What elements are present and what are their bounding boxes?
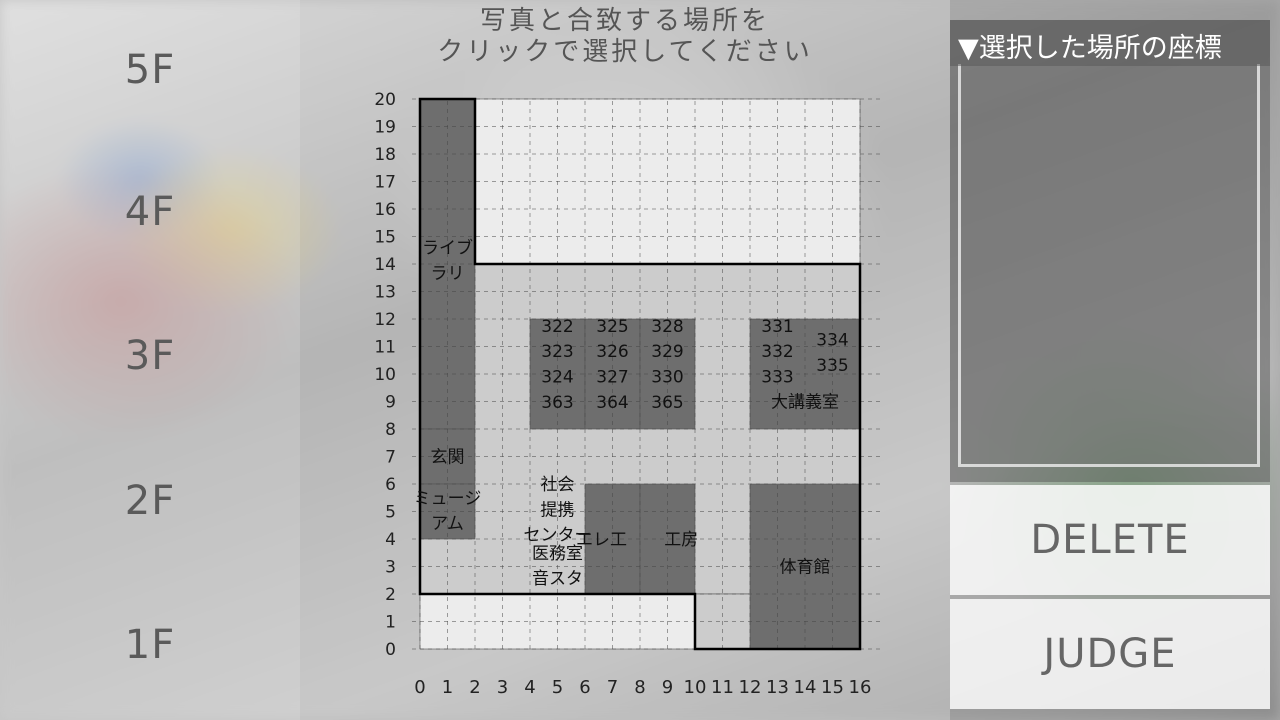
y-tick-label: 2 xyxy=(385,585,396,605)
y-tick-label: 4 xyxy=(385,530,396,550)
room-label: 331 xyxy=(761,317,793,337)
room-label: 玄関 xyxy=(431,448,465,468)
y-tick-label: 15 xyxy=(374,228,396,248)
floor-map[interactable]: 0 1 2 3 4 5 6 7 8 9 10 11 12 13 14 15 160123456789101112… xyxy=(300,0,950,720)
room-label: アム xyxy=(431,514,464,534)
room-label: 330 xyxy=(651,367,683,387)
room-label: ラリ xyxy=(431,264,465,284)
room-label: 365 xyxy=(651,393,683,413)
y-tick-label: 3 xyxy=(385,558,396,578)
room-label: 音スタ xyxy=(532,569,583,589)
x-tick-label: 1 xyxy=(442,677,453,698)
room-label: 大講義室 xyxy=(771,393,839,413)
x-tick-label: 4 xyxy=(524,677,535,698)
coords-panel xyxy=(950,20,1270,482)
x-tick-label: 14 xyxy=(794,677,817,698)
room-label: 323 xyxy=(541,342,573,362)
room-label: 329 xyxy=(651,342,683,362)
y-tick-label: 10 xyxy=(374,365,396,385)
y-tick-label: 9 xyxy=(385,393,396,413)
y-tick-label: 11 xyxy=(374,338,396,358)
room-label: 326 xyxy=(596,342,628,362)
room-label: 332 xyxy=(761,342,793,362)
room-label: 322 xyxy=(541,317,573,337)
x-tick-label: 2 xyxy=(469,677,480,698)
room-label: ミュージ xyxy=(414,489,482,509)
y-tick-label: 7 xyxy=(385,448,396,468)
y-tick-label: 19 xyxy=(374,118,396,138)
room-label: 社会 xyxy=(541,475,575,495)
floor-1f-button[interactable]: 1F xyxy=(125,622,175,668)
room-label: 364 xyxy=(596,393,628,413)
coords-panel-title: ▼選択した場所の座標 xyxy=(958,33,1222,64)
y-tick-label: 0 xyxy=(385,640,396,660)
floor-2f-button[interactable]: 2F xyxy=(125,478,175,524)
coords-panel-header: ▼選択した場所の座標 xyxy=(950,20,1270,66)
room-label: 324 xyxy=(541,367,573,387)
x-tick-label: 11 xyxy=(711,677,734,698)
room-label: 335 xyxy=(816,356,848,376)
floor-selector: 5F 4F 3F 2F 1F xyxy=(0,0,300,720)
room-label: ライブ xyxy=(422,238,473,259)
x-tick-label: 5 xyxy=(552,677,563,698)
y-tick-label: 14 xyxy=(374,255,396,275)
y-tick-label: 8 xyxy=(385,420,396,440)
x-tick-label: 10 xyxy=(684,677,707,698)
y-tick-label: 6 xyxy=(385,475,396,495)
y-tick-label: 13 xyxy=(374,283,396,303)
room-label: 327 xyxy=(596,367,628,387)
room-label: 334 xyxy=(816,331,848,351)
room-label: エレ工 xyxy=(576,530,627,550)
floor-3f-button[interactable]: 3F xyxy=(125,333,175,379)
room-label: 325 xyxy=(596,317,628,337)
x-tick-label: 13 xyxy=(766,677,789,698)
room-label: 工房 xyxy=(664,530,698,550)
x-tick-label: 15 xyxy=(821,677,844,698)
judge-button[interactable]: JUDGE xyxy=(950,599,1270,709)
room-label: 提携 xyxy=(541,500,575,520)
y-tick-label: 5 xyxy=(385,503,396,523)
x-tick-label: 8 xyxy=(634,677,645,698)
y-tick-label: 16 xyxy=(374,200,396,220)
room-label: 体育館 xyxy=(780,558,831,578)
room-label: 328 xyxy=(651,317,683,337)
room-label: 363 xyxy=(541,393,573,413)
y-tick-label: 20 xyxy=(374,90,396,110)
x-tick-label: 3 xyxy=(497,677,508,698)
x-tick-label: 6 xyxy=(579,677,590,698)
x-tick-label: 7 xyxy=(607,677,618,698)
y-tick-label: 18 xyxy=(374,145,396,165)
x-tick-label: 9 xyxy=(662,677,673,698)
coords-display xyxy=(958,64,1260,467)
y-tick-label: 1 xyxy=(385,613,396,633)
x-tick-label: 12 xyxy=(739,677,762,698)
y-tick-label: 17 xyxy=(374,173,396,193)
room-label: 333 xyxy=(761,367,793,387)
x-tick-label: 16 xyxy=(849,677,872,698)
y-tick-label: 12 xyxy=(374,310,396,330)
delete-button[interactable]: DELETE xyxy=(950,485,1270,595)
x-tick-label: 0 xyxy=(414,677,425,698)
floor-5f-button[interactable]: 5F xyxy=(125,47,175,93)
floor-4f-button[interactable]: 4F xyxy=(125,189,175,235)
